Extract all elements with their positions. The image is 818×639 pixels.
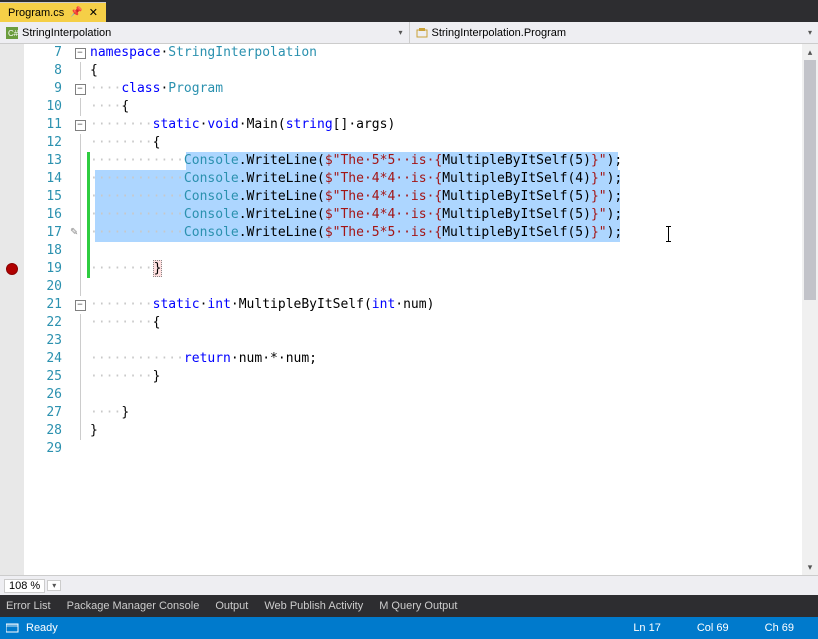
scroll-thumb[interactable]	[804, 60, 816, 300]
status-icon	[6, 623, 20, 633]
pin-icon[interactable]: 📌	[70, 7, 82, 18]
tab-title: Program.cs	[8, 7, 64, 19]
zoom-level[interactable]: 108 %	[4, 579, 45, 593]
vertical-scrollbar[interactable]: ▴ ▾	[802, 44, 818, 575]
panel-tab[interactable]: Output	[215, 600, 248, 612]
panel-tab[interactable]: M Query Output	[379, 600, 457, 612]
class-label: StringInterpolation.Program	[432, 27, 808, 39]
file-tab[interactable]: Program.cs 📌 ✕	[0, 2, 106, 22]
status-ch: Ch 69	[747, 622, 812, 634]
line-numbers: 7891011121314151617181920212223242526272…	[24, 44, 70, 575]
chevron-down-icon: ▾	[398, 28, 402, 37]
nav-bar: C# StringInterpolation ▾ StringInterpola…	[0, 22, 818, 44]
panel-tab[interactable]: Package Manager Console	[67, 600, 200, 612]
zoom-dropdown[interactable]: ▾	[47, 580, 61, 591]
fold-margin[interactable]: −−−−	[70, 44, 90, 575]
class-dropdown[interactable]: StringInterpolation.Program ▾	[410, 22, 818, 43]
csharp-icon: C#	[6, 27, 18, 39]
status-line: Ln 17	[615, 622, 679, 634]
namespace-dropdown[interactable]: C# StringInterpolation ▾	[0, 22, 410, 43]
change-indicator	[87, 152, 90, 278]
tab-bar: Program.cs 📌 ✕	[0, 0, 818, 22]
zoom-bar: 108 % ▾	[0, 575, 818, 595]
pencil-icon: ✎	[70, 227, 78, 238]
status-bar: Ready Ln 17 Col 69 Ch 69	[0, 617, 818, 639]
scroll-down-arrow[interactable]: ▾	[802, 559, 818, 575]
chevron-down-icon: ▾	[808, 28, 812, 37]
namespace-label: StringInterpolation	[22, 27, 398, 39]
code-area[interactable]: namespace·StringInterpolation{····class·…	[90, 44, 818, 575]
panel-tab[interactable]: Error List	[6, 600, 51, 612]
text-cursor	[668, 226, 669, 242]
close-icon[interactable]: ✕	[89, 6, 98, 19]
class-icon	[416, 27, 428, 39]
status-ready: Ready	[26, 622, 615, 634]
panel-tab[interactable]: Web Publish Activity	[264, 600, 363, 612]
output-panel-tabs: Error List Package Manager Console Output W…	[0, 595, 818, 617]
gutter: 7891011121314151617181920212223242526272…	[0, 44, 90, 575]
svg-text:C#: C#	[8, 29, 18, 38]
code-editor[interactable]: ✎ 78910111213141516171819202122232425262…	[0, 44, 818, 575]
scroll-up-arrow[interactable]: ▴	[802, 44, 818, 60]
status-col: Col 69	[679, 622, 747, 634]
breakpoint-margin[interactable]	[0, 44, 24, 575]
